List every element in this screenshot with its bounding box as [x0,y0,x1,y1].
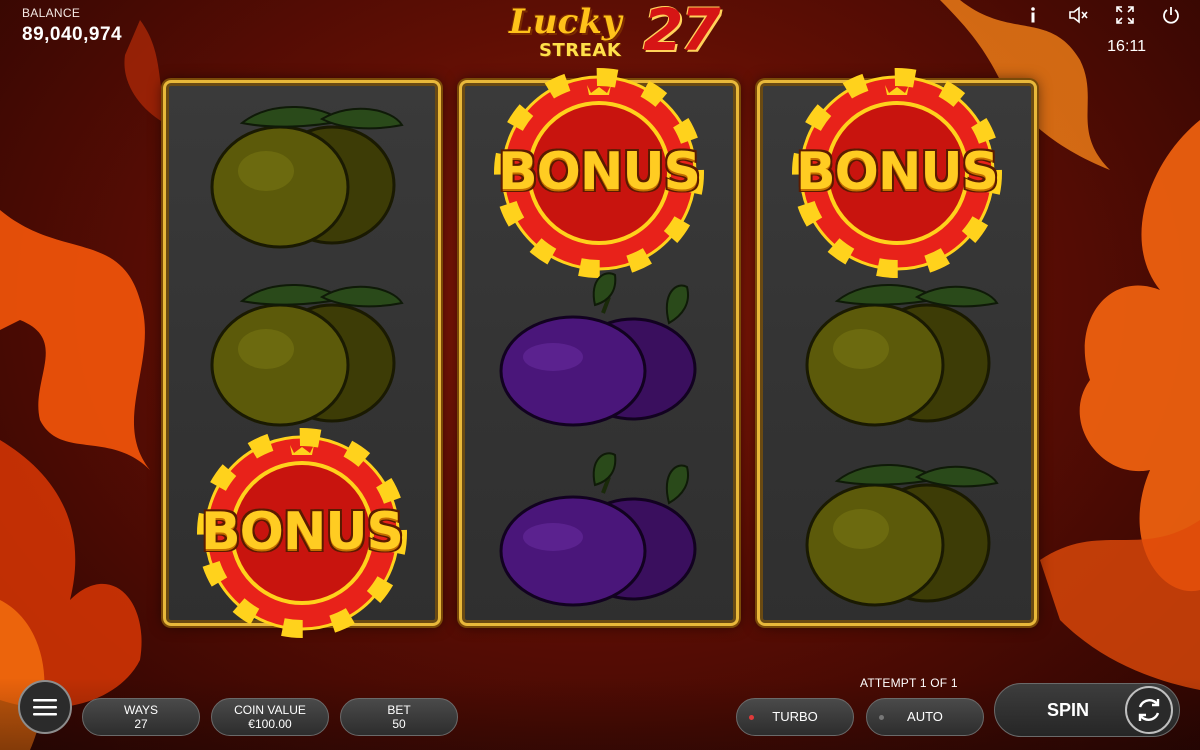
balance-value: 89,040,974 [22,24,123,45]
power-icon[interactable] [1160,4,1182,26]
lemon-icon [805,283,999,427]
symbol-lemon [760,263,1034,443]
reel-3: BONUS [757,68,1037,626]
bonus-text: BONUS [795,141,999,202]
info-icon[interactable] [1022,4,1044,26]
coin-value-selector[interactable]: COIN VALUE €100.00 [211,698,329,736]
plum-icon [499,452,697,607]
logo-streak: STREAK [539,40,622,61]
ways-display: WAYS 27 [82,698,200,736]
symbol-bonus: BONUS [760,68,1034,278]
symbol-lemon [760,443,1034,623]
fullscreen-icon[interactable] [1114,4,1136,26]
top-icons [1022,4,1182,26]
auto-indicator [879,715,884,720]
symbol-plum [462,443,736,623]
lemon-icon [210,283,404,427]
attempt-counter: ATTEMPT 1 OF 1 [860,676,958,690]
bet-selector[interactable]: BET 50 [340,698,458,736]
lemon-icon [805,463,999,607]
coin-value: €100.00 [248,717,292,731]
symbol-bonus: BONUS [462,68,736,278]
hamburger-icon [33,699,57,716]
clock: 16:11 [1107,38,1146,55]
plum-icon [499,272,697,427]
auto-button[interactable]: AUTO [866,698,984,736]
spin-icon [1125,686,1173,734]
game-logo: Lucky STREAK 27 [505,0,725,66]
balance: BALANCE 89,040,974 [22,6,122,46]
symbol-bonus: BONUS [166,428,438,638]
coin-value-label: COIN VALUE [234,703,306,717]
bonus-text: BONUS [497,141,701,202]
balance-label: BALANCE [22,6,81,20]
mute-icon[interactable] [1068,4,1090,26]
auto-label: AUTO [907,709,943,724]
turbo-indicator [749,715,754,720]
turbo-label: TURBO [772,709,818,724]
ways-value: 27 [134,717,148,731]
logo-lucky: Lucky [509,2,622,42]
bet-label: BET [387,703,411,717]
reel-1: BONUS [163,80,441,638]
bet-value: 50 [392,717,406,731]
symbol-lemon [166,85,438,265]
logo-number: 27 [643,0,721,64]
turbo-button[interactable]: TURBO [736,698,854,736]
spin-label: SPIN [1047,700,1090,720]
bonus-text: BONUS [200,501,404,562]
symbol-plum [462,263,736,443]
spin-button[interactable]: SPIN [994,683,1180,737]
lemon-icon [210,105,404,249]
menu-button[interactable] [18,680,72,734]
reel-2: BONUS [459,68,739,626]
symbol-lemon [166,263,438,443]
ways-label: WAYS [123,703,158,717]
